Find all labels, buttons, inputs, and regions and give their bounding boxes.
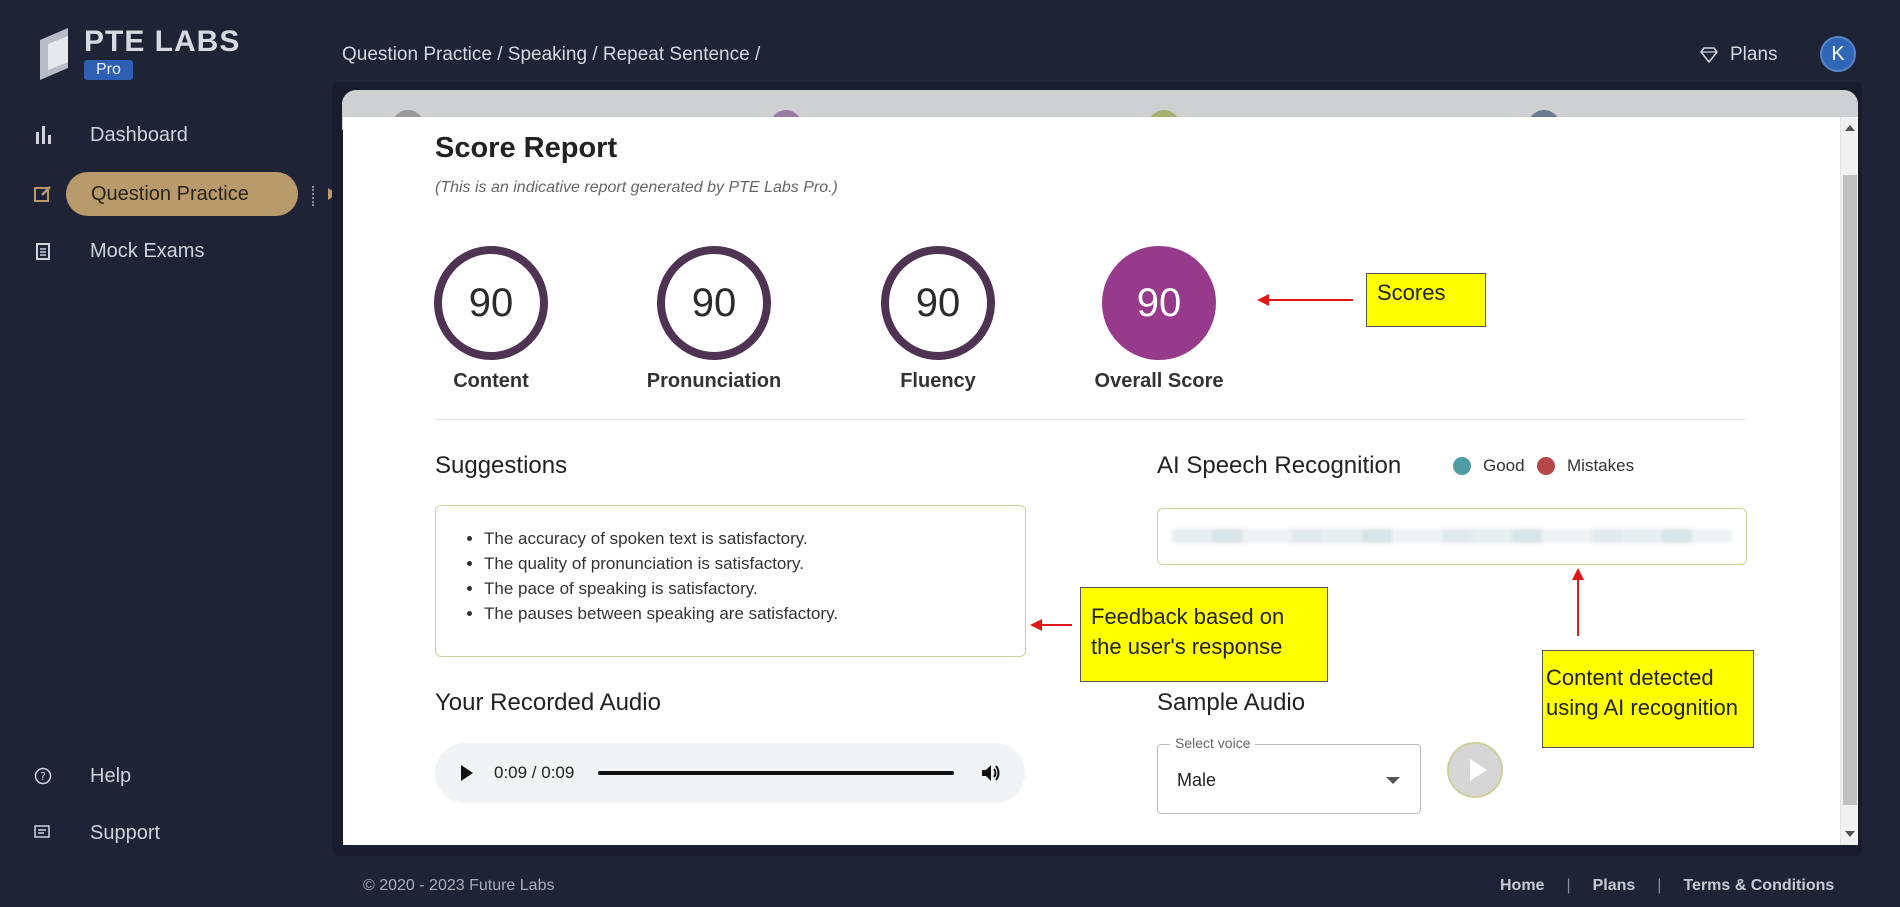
brand-badge: Pro [84,60,133,80]
voice-select-label: Select voice [1170,735,1256,751]
logo-mark-icon [40,28,68,80]
score-overall: 90 Overall Score [1089,246,1229,393]
sample-audio-title: Sample Audio [1157,689,1306,716]
score-label: Overall Score [1094,370,1224,392]
scores-arrow [1257,294,1353,306]
suggestion-item: The pace of speaking is satisfactory. [484,576,1025,601]
score-pronunciation: 90 Pronunciation [644,246,784,393]
scroll-up-icon[interactable] [1845,125,1855,131]
blurred-transcript [1172,529,1732,543]
recorded-audio-player: 0:09 / 0:09 [435,743,1025,803]
score-ring: 90 [881,246,995,360]
speech-recognition-title: AI Speech Recognition [1157,452,1402,479]
audio-progress-track[interactable] [598,771,954,775]
brand-logo[interactable]: PTE LABS Pro [38,26,240,80]
footer-link-terms[interactable]: Terms & Conditions [1683,877,1834,895]
suggestion-item: The quality of pronunciation is satisfac… [484,551,1025,576]
svg-text:?: ? [40,770,46,783]
sidebar-item-label: Support [90,821,161,844]
sidebar-item-support[interactable]: Support [0,810,300,856]
content-arrow [1572,568,1584,636]
suggestion-item: The accuracy of spoken text is satisfact… [484,526,1025,551]
sidebar: PTE LABS Pro Dashboard Question Practice… [0,0,337,907]
avatar[interactable]: K [1820,36,1856,72]
recorded-audio-title: Your Recorded Audio [435,689,661,716]
page-title: Score Report [435,132,618,164]
voice-select[interactable]: Select voice Male [1157,735,1421,814]
scroll-thumb[interactable] [1843,175,1857,805]
sidebar-item-question-practice[interactable]: Question Practice [0,171,300,217]
suggestion-item: The pauses between speaking are satisfac… [484,601,1025,626]
footer-links: Home | Plans | Terms & Conditions [1500,877,1834,895]
score-ring: 90 [1102,246,1216,360]
footer-link-home[interactable]: Home [1500,877,1544,895]
report-subtitle-text: This is an indicative report generated b… [440,179,833,196]
section-divider [435,419,1747,420]
sidebar-item-label: Help [90,764,132,787]
sidebar-item-mock-exams[interactable]: Mock Exams [0,228,300,274]
good-dot-icon [1453,457,1471,475]
support-icon [32,822,54,844]
footer-copyright: © 2020 - 2023 Future Labs [363,877,555,894]
score-ring: 90 [657,246,771,360]
plans-label: Plans [1730,44,1778,65]
help-circle-icon: ? [32,765,54,787]
annotation-content: Content detected using AI recognition [1542,650,1754,748]
breadcrumb[interactable]: Question Practice / Speaking / Repeat Se… [342,44,760,66]
annotation-feedback: Feedback based on the user's response [1080,587,1328,682]
feedback-arrow [1030,619,1072,631]
sidebar-item-dashboard[interactable]: Dashboard [0,112,300,158]
brand-name: PTE LABS [84,25,241,58]
suggestions-title: Suggestions [435,452,568,479]
report-subtitle: (This is an indicative report generated … [435,179,838,196]
sidebar-item-label: Question Practice [91,182,249,205]
voice-select-value: Male [1177,770,1217,790]
nav-divider [312,186,314,206]
sidebar-item-label: Mock Exams [90,239,205,262]
score-content: 90 Content [421,246,561,393]
audio-time: 0:09 / 0:09 [494,763,575,782]
footer-separator: | [1566,877,1571,894]
chevron-down-icon [1386,777,1400,784]
footer-link-plans[interactable]: Plans [1593,877,1636,895]
suggestions-box: The accuracy of spoken text is satisfact… [435,505,1026,657]
plans-link[interactable]: Plans [1700,44,1778,66]
bar-chart-icon [32,124,54,146]
modal-scrollbar[interactable] [1840,117,1858,845]
play-icon[interactable] [461,765,473,781]
score-label: Fluency [900,370,976,392]
volume-icon[interactable] [980,763,1002,788]
legend-label: Mistakes [1567,456,1635,475]
edit-icon [32,183,54,205]
score-label: Content [453,370,529,392]
mistakes-dot-icon [1537,457,1555,475]
legend-label: Good [1483,456,1525,475]
legend-mistakes: Mistakes [1537,456,1634,476]
legend-good: Good [1453,456,1525,476]
diamond-icon [1700,47,1718,63]
play-icon [1470,759,1487,781]
annotation-scores: Scores [1366,273,1486,327]
scroll-down-icon[interactable] [1845,831,1855,837]
sidebar-item-label: Dashboard [90,123,188,146]
speech-recognition-box [1157,508,1747,565]
footer-separator: | [1657,877,1662,894]
score-ring: 90 [434,246,548,360]
sidebar-item-help[interactable]: ? Help [0,753,300,799]
score-fluency: 90 Fluency [868,246,1008,393]
sample-play-button[interactable] [1447,742,1503,798]
clipboard-icon [32,240,54,262]
score-label: Pronunciation [646,370,782,392]
